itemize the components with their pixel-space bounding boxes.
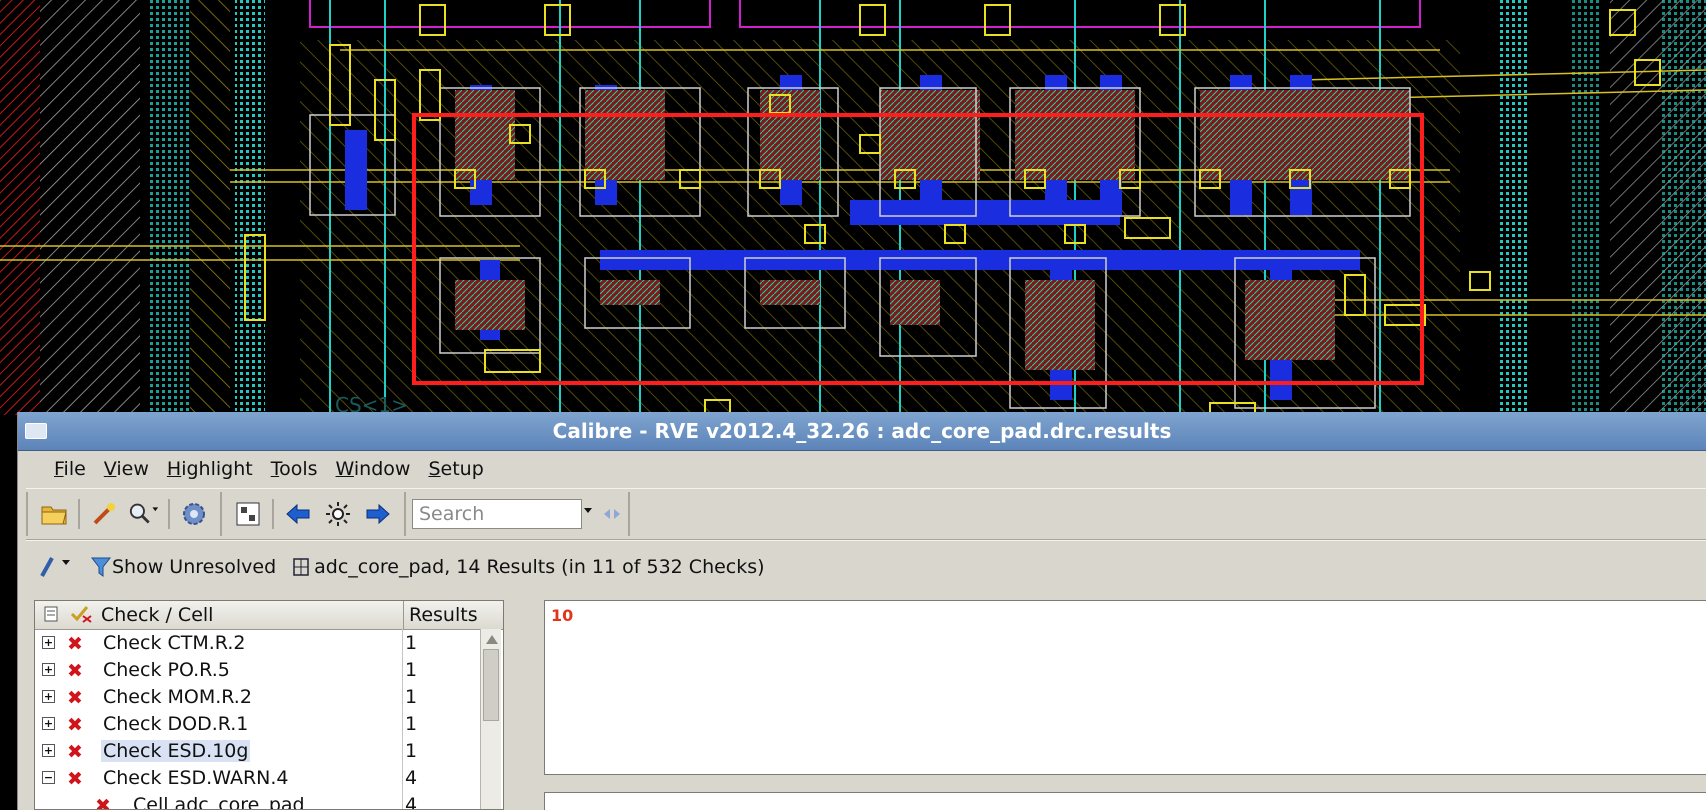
menu-view[interactable]: View	[104, 458, 149, 480]
folder-open-icon[interactable]	[38, 498, 70, 530]
tree-row-check-selected[interactable]: + ✖ Check ESD.10g 1	[35, 737, 478, 764]
ic-layout-canvas[interactable]: CS<1>	[0, 0, 1706, 415]
result-number: 10	[551, 606, 574, 625]
tree-scrollbar[interactable]	[480, 629, 501, 809]
result-detail-pane[interactable]: 10	[544, 600, 1706, 775]
forward-arrow-icon[interactable]	[362, 498, 394, 530]
show-unresolved-toggle[interactable]: Show Unresolved	[112, 556, 276, 578]
menu-tools[interactable]: Tools	[271, 458, 318, 480]
toolbar-group-search: Search	[404, 492, 630, 536]
window-title: Calibre - RVE v2012.4_32.26 : adc_core_p…	[552, 419, 1172, 443]
error-x-icon: ✖	[67, 741, 83, 763]
menu-setup[interactable]: Setup	[428, 458, 483, 480]
cell-icon	[293, 558, 309, 576]
error-x-icon: ✖	[67, 633, 83, 655]
collapse-icon[interactable]: −	[42, 771, 55, 784]
filter-icon[interactable]	[90, 555, 112, 579]
column-header-results[interactable]: Results	[409, 604, 478, 626]
settings-gear-icon[interactable]	[178, 498, 210, 530]
tree-row-check[interactable]: + ✖ Check DOD.R.1 1	[35, 710, 478, 737]
expand-icon[interactable]: +	[42, 663, 55, 676]
scroll-up-icon[interactable]	[486, 635, 498, 644]
tree-row-check[interactable]: + ✖ Check PO.R.5 1	[35, 656, 478, 683]
window-titlebar[interactable]: Calibre - RVE v2012.4_32.26 : adc_core_p…	[18, 412, 1706, 451]
toolbar-group-nav	[220, 492, 404, 536]
secondary-detail-pane[interactable]	[544, 792, 1706, 810]
tree-row-check[interactable]: + ✖ Check MOM.R.2 1	[35, 683, 478, 710]
highlight-pen-icon[interactable]	[36, 554, 76, 580]
scrollbar-thumb[interactable]	[483, 649, 499, 721]
window-menu-icon[interactable]	[25, 423, 47, 439]
toolbar-group-file	[26, 492, 220, 536]
expand-icon[interactable]: +	[42, 636, 55, 649]
sun-highlight-icon[interactable]	[322, 498, 354, 530]
menu-file[interactable]: File	[36, 458, 86, 480]
results-summary: adc_core_pad, 14 Results (in 11 of 532 C…	[314, 556, 765, 578]
search-input[interactable]: Search	[412, 499, 582, 529]
back-arrow-icon[interactable]	[282, 498, 314, 530]
menu-bar: File View Highlight Tools Window Setup	[18, 450, 1706, 488]
menu-window[interactable]: Window	[336, 458, 411, 480]
calibre-rve-window: Calibre - RVE v2012.4_32.26 : adc_core_p…	[17, 412, 1706, 810]
toolbar: Search	[26, 488, 1706, 540]
tree-row-check[interactable]: + ✖ Check CTM.R.2 1	[35, 629, 478, 656]
tree-row-check[interactable]: − ✖ Check ESD.WARN.4 4	[35, 764, 478, 791]
filter-bar: Show Unresolved adc_core_pad, 14 Results…	[26, 540, 1706, 593]
sort-icon[interactable]	[43, 605, 61, 623]
check-tree: Check / Cell Results + ✖ Check CTM.R.2 1…	[34, 600, 504, 810]
tree-header: Check / Cell Results	[35, 601, 503, 630]
expand-icon[interactable]: +	[42, 744, 55, 757]
zoom-icon[interactable]	[128, 498, 160, 530]
expand-icon[interactable]: +	[42, 717, 55, 730]
menu-highlight[interactable]: Highlight	[167, 458, 253, 480]
error-x-icon: ✖	[67, 714, 83, 736]
tree-row-cell[interactable]: ✖ Cell adc_core_pad 4	[35, 791, 478, 810]
highlight-wand-icon[interactable]	[88, 498, 120, 530]
error-x-icon: ✖	[67, 768, 83, 790]
error-x-icon: ✖	[67, 687, 83, 709]
column-header-check-cell[interactable]: Check / Cell	[101, 604, 213, 626]
error-x-icon: ✖	[95, 795, 111, 810]
check-status-icon[interactable]	[69, 604, 95, 624]
search-options-icon[interactable]	[582, 504, 622, 524]
expand-icon[interactable]: +	[42, 690, 55, 703]
layout-view-icon[interactable]	[232, 498, 264, 530]
error-x-icon: ✖	[67, 660, 83, 682]
